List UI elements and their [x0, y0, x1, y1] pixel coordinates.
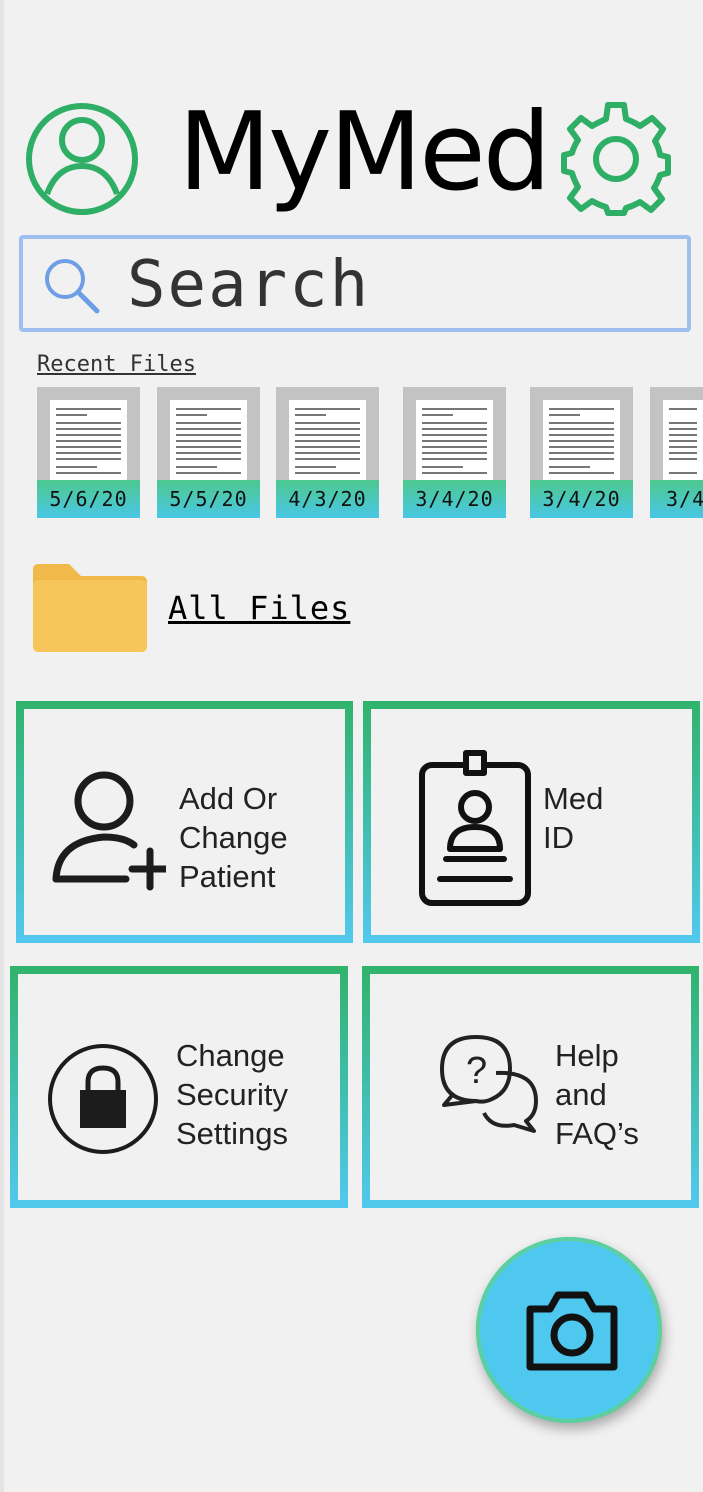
add-change-patient-button[interactable]: Add Or Change Patient	[16, 701, 353, 943]
recent-file-thumbnail[interactable]: 3/4/20	[403, 387, 506, 518]
svg-text:?: ?	[466, 1050, 487, 1092]
recent-files-label[interactable]: Recent Files	[37, 352, 196, 377]
document-preview	[170, 400, 247, 482]
file-date: 3/4/20	[530, 480, 633, 518]
tile-label: Add Or Change Patient	[179, 781, 288, 894]
recent-file-thumbnail[interactable]: 5/5/20	[157, 387, 260, 518]
app-title: MyMed	[178, 90, 551, 215]
camera-icon	[526, 1291, 618, 1371]
help-faq-button[interactable]: ? Help and FAQ’s	[362, 966, 699, 1208]
gear-icon[interactable]	[558, 101, 674, 217]
document-preview	[50, 400, 127, 482]
recent-file-thumbnail[interactable]: 3/4/20	[530, 387, 633, 518]
tile-label: Help and FAQ’s	[555, 1038, 639, 1151]
document-preview	[289, 400, 366, 482]
id-badge-icon	[419, 750, 531, 906]
document-preview	[416, 400, 493, 482]
add-user-icon	[52, 771, 166, 891]
lock-icon	[48, 1044, 158, 1154]
document-preview	[543, 400, 620, 482]
user-circle-icon[interactable]	[25, 102, 139, 216]
file-date: 4/3/20	[276, 480, 379, 518]
search-input[interactable]: Search	[127, 247, 370, 323]
file-date: 5/5/20	[157, 480, 260, 518]
file-date: 5/6/20	[37, 480, 140, 518]
recent-file-thumbnail[interactable]: 3/4	[650, 387, 703, 518]
file-date: 3/4	[650, 480, 703, 518]
tile-label: Change Security Settings	[176, 1038, 289, 1151]
file-date: 3/4/20	[403, 480, 506, 518]
search-bar[interactable]: Search	[19, 235, 691, 332]
recent-file-thumbnail[interactable]: 5/6/20	[37, 387, 140, 518]
camera-button[interactable]	[476, 1237, 662, 1423]
folder-icon[interactable]	[33, 564, 147, 652]
search-icon	[45, 259, 100, 314]
document-preview	[663, 400, 703, 482]
recent-file-thumbnail[interactable]: 4/3/20	[276, 387, 379, 518]
med-id-button[interactable]: Med ID	[363, 701, 700, 943]
left-edge	[0, 0, 4, 1492]
tile-label: Med ID	[543, 781, 604, 855]
all-files-link[interactable]: All Files	[168, 589, 350, 627]
change-security-settings-button[interactable]: Change Security Settings	[10, 966, 348, 1208]
help-chat-icon: ?	[440, 1035, 538, 1133]
